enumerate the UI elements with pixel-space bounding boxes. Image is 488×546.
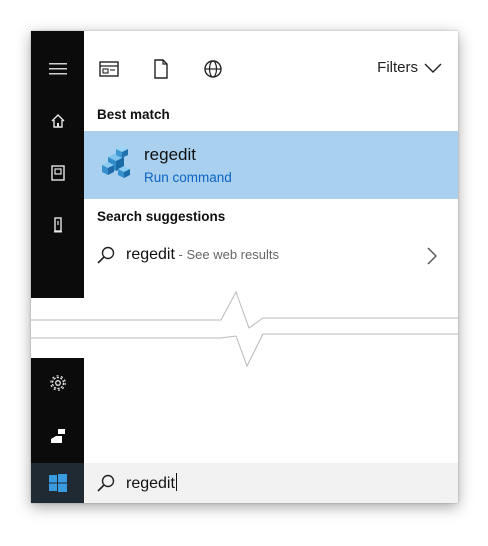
apps-filter-icon <box>99 61 119 77</box>
documents-filter-button[interactable] <box>150 58 172 80</box>
photo-icon <box>50 165 65 181</box>
user-account-button[interactable] <box>31 416 84 456</box>
suggestion-query: regedit <box>126 246 175 263</box>
hamburger-icon <box>48 63 67 75</box>
search-icon <box>97 246 115 264</box>
best-match-subtitle: Run command <box>144 170 232 185</box>
home-button[interactable] <box>31 101 84 141</box>
filter-toolbar: Filters <box>84 31 458 103</box>
left-rail <box>31 31 84 503</box>
suggestion-text: regedit - See web results <box>126 246 279 264</box>
user-icon <box>50 429 65 443</box>
search-input-value: regedit <box>126 475 175 492</box>
settings-gear-icon <box>49 375 66 391</box>
web-filter-button[interactable] <box>202 58 224 80</box>
filters-label: Filters <box>377 59 418 76</box>
web-filter-icon <box>204 60 222 78</box>
start-search-window: Filters Best match regedit Run command S… <box>31 31 458 503</box>
search-box[interactable]: regedit <box>84 463 458 503</box>
suggestion-hint: - See web results <box>174 247 279 262</box>
filters-dropdown[interactable]: Filters <box>377 59 442 76</box>
search-input[interactable]: regedit <box>126 473 178 493</box>
tower-icon <box>53 217 62 233</box>
chevron-right-icon[interactable] <box>426 247 438 265</box>
chevron-down-icon <box>424 63 442 73</box>
search-suggestions-heading: Search suggestions <box>97 209 226 224</box>
home-icon <box>51 114 64 128</box>
best-match-heading: Best match <box>97 107 170 122</box>
hamburger-menu-button[interactable] <box>31 49 84 89</box>
apps-filter-button[interactable] <box>98 58 120 80</box>
documents-filter-icon <box>154 59 168 79</box>
best-match-title: regedit <box>144 145 196 164</box>
windows-logo-icon <box>48 474 67 492</box>
photos-button[interactable] <box>31 153 84 193</box>
tower-button[interactable] <box>31 205 84 245</box>
regedit-app-icon <box>102 146 130 178</box>
web-suggestion-item[interactable]: regedit - See web results <box>84 237 458 277</box>
search-box-icon <box>97 474 115 492</box>
best-match-result[interactable]: regedit Run command <box>84 131 458 199</box>
start-button[interactable] <box>31 463 84 503</box>
omitted-region-divider <box>31 290 458 368</box>
text-caret <box>175 473 178 491</box>
